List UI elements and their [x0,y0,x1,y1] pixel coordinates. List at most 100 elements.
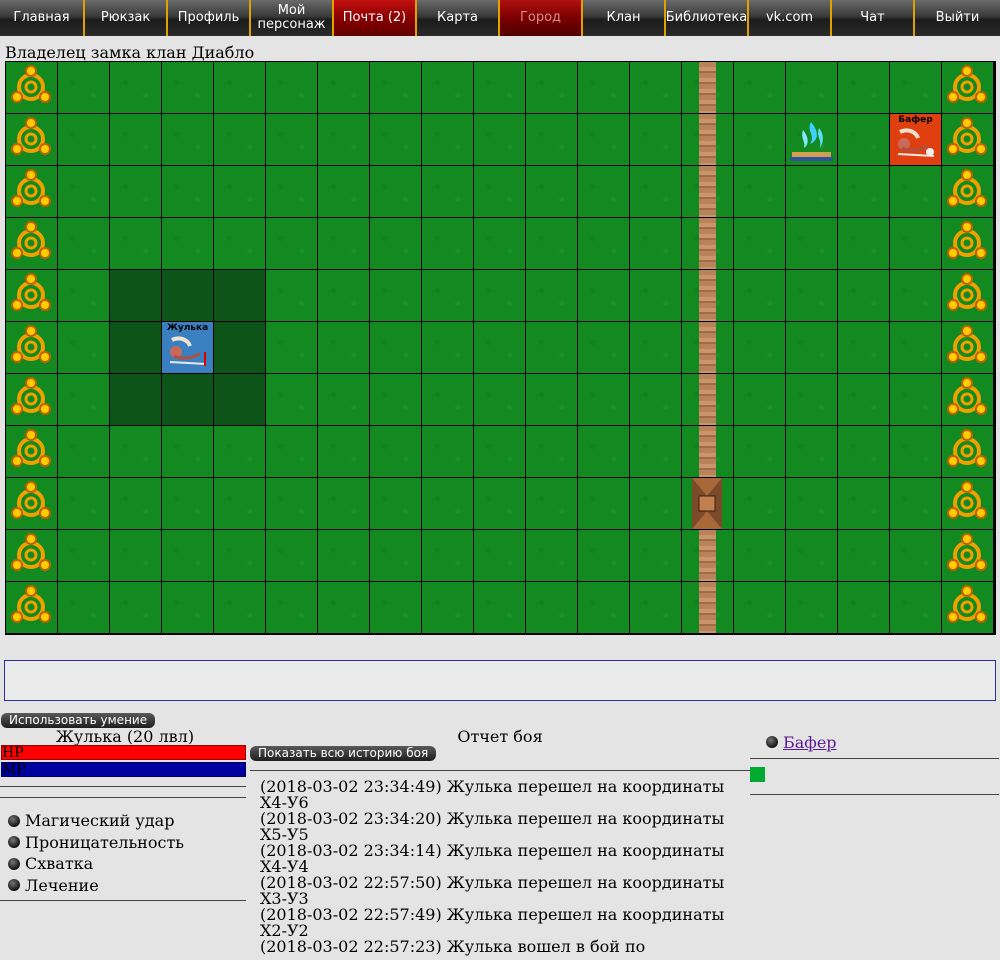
map-cell[interactable] [578,374,629,425]
map-cell[interactable] [526,322,577,373]
nav-button-3[interactable]: Мой персонаж [251,0,334,36]
radio-icon[interactable] [766,736,778,748]
map-cell[interactable] [162,582,213,633]
map-cell[interactable] [6,270,57,321]
map-cell[interactable] [318,270,369,321]
nav-button-8[interactable]: Библиотека [666,0,749,36]
map-cell[interactable] [370,582,421,633]
map-cell[interactable] [786,322,837,373]
map-cell[interactable] [682,62,733,113]
map-cell[interactable] [838,114,889,165]
use-skill-button[interactable]: Использовать умение [1,713,155,728]
map-cell[interactable] [578,62,629,113]
map-cell[interactable] [630,270,681,321]
map-cell[interactable] [942,530,993,581]
unit-jul[interactable]: Жулька [162,322,213,373]
nav-button-9[interactable]: vk.com [749,0,832,36]
map-cell[interactable] [162,218,213,269]
map-cell[interactable] [266,530,317,581]
map-cell[interactable] [266,62,317,113]
map-cell[interactable] [58,322,109,373]
map-cell[interactable] [370,426,421,477]
map-cell[interactable] [942,166,993,217]
map-cell[interactable] [318,114,369,165]
nav-button-11[interactable]: Выйти [915,0,1000,36]
map-cell[interactable] [370,322,421,373]
map-cell[interactable] [266,114,317,165]
map-cell[interactable] [682,478,733,529]
map-cell[interactable] [266,478,317,529]
show-history-button[interactable]: Показать всю историю боя [250,746,436,761]
map-cell[interactable] [630,426,681,477]
map-cell[interactable] [526,374,577,425]
skill-item[interactable]: Лечение [8,876,99,895]
map-cell[interactable] [214,322,265,373]
map-cell[interactable] [422,218,473,269]
map-cell[interactable] [630,62,681,113]
map-cell[interactable] [578,270,629,321]
map-cell[interactable] [786,426,837,477]
map-cell[interactable] [734,478,785,529]
map-cell[interactable] [526,218,577,269]
map-cell[interactable] [318,582,369,633]
map-cell[interactable] [630,166,681,217]
map-cell[interactable] [6,374,57,425]
map-cell[interactable] [422,270,473,321]
participant-link[interactable]: Бафер [783,733,837,752]
map-cell[interactable] [734,322,785,373]
map-cell[interactable] [786,218,837,269]
map-cell[interactable] [890,218,941,269]
map-cell[interactable] [526,582,577,633]
map-cell[interactable] [6,322,57,373]
radio-icon[interactable] [8,814,20,827]
map-cell[interactable] [734,166,785,217]
map-cell[interactable] [58,270,109,321]
nav-button-4[interactable]: Почта (2) [334,0,417,36]
map-cell[interactable] [162,426,213,477]
map-cell[interactable] [474,426,525,477]
map-cell[interactable] [266,582,317,633]
map-cell[interactable] [318,374,369,425]
map-cell[interactable] [58,426,109,477]
map-cell[interactable] [162,62,213,113]
map-cell[interactable] [6,478,57,529]
nav-button-6[interactable]: Город [500,0,583,36]
map-cell[interactable] [422,374,473,425]
map-cell[interactable] [266,426,317,477]
map-cell[interactable] [786,270,837,321]
map-cell[interactable] [578,322,629,373]
map-cell[interactable] [630,530,681,581]
map-cell[interactable] [58,478,109,529]
map-cell[interactable] [110,322,161,373]
nav-button-5[interactable]: Карта [417,0,500,36]
skill-item[interactable]: Магический удар [8,811,174,830]
map-cell[interactable] [110,218,161,269]
map-cell[interactable] [630,582,681,633]
map-cell[interactable] [578,478,629,529]
map-cell[interactable] [682,322,733,373]
map-cell[interactable] [942,114,993,165]
map-cell[interactable] [422,582,473,633]
map-cell[interactable] [838,426,889,477]
map-cell[interactable] [942,270,993,321]
map-cell[interactable] [318,322,369,373]
map-cell[interactable] [110,166,161,217]
map-cell[interactable] [578,582,629,633]
map-cell[interactable] [734,426,785,477]
map-cell[interactable] [110,114,161,165]
map-cell[interactable] [422,114,473,165]
map-cell[interactable] [890,478,941,529]
map-cell[interactable] [266,270,317,321]
map-cell[interactable] [734,270,785,321]
map-cell[interactable] [6,114,57,165]
map-cell[interactable] [630,114,681,165]
map-cell[interactable] [318,62,369,113]
map-cell[interactable] [838,166,889,217]
map-cell[interactable] [6,426,57,477]
map-cell[interactable] [474,166,525,217]
map-cell[interactable] [110,62,161,113]
map-cell[interactable] [110,374,161,425]
map-cell[interactable] [942,62,993,113]
map-cell[interactable] [474,374,525,425]
map-cell[interactable] [682,530,733,581]
